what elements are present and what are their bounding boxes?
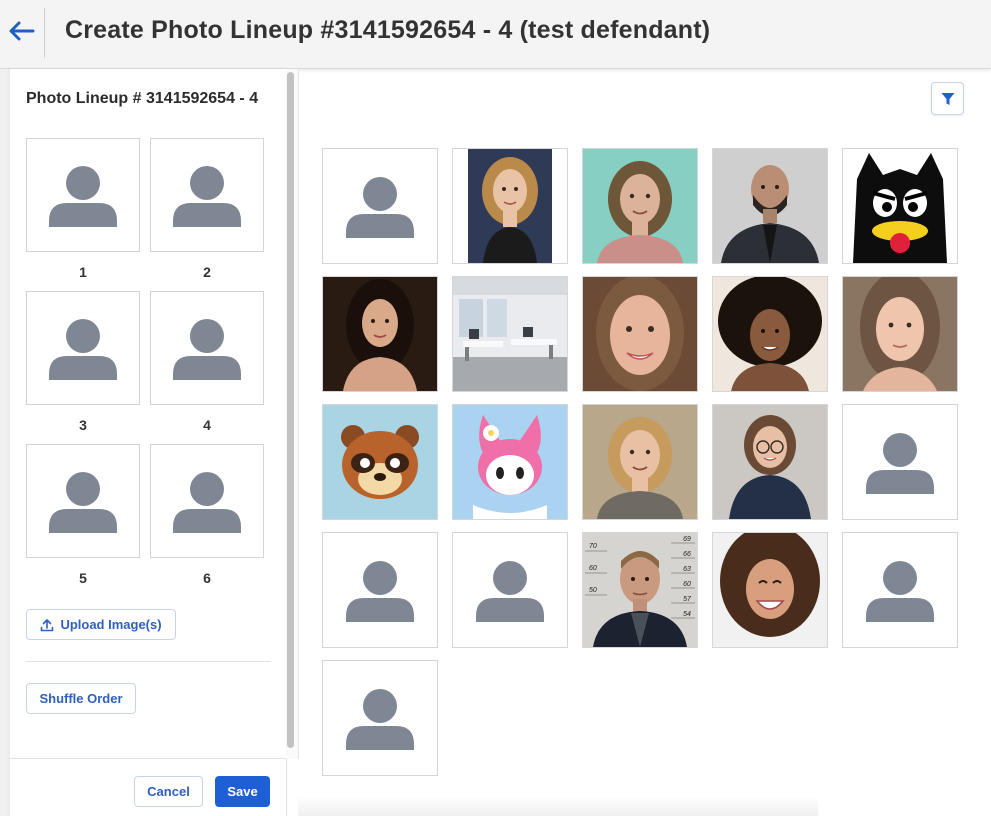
filter-button[interactable] <box>931 82 964 115</box>
photo-image <box>453 277 567 391</box>
person-placeholder-icon <box>49 472 117 533</box>
lineup-slot-number: 4 <box>203 417 211 433</box>
back-button[interactable] <box>0 0 44 62</box>
photo-thumbnail[interactable] <box>452 148 568 264</box>
save-label: Save <box>227 784 258 799</box>
person-placeholder-icon <box>173 472 241 533</box>
arrow-left-icon <box>9 21 35 41</box>
save-button[interactable]: Save <box>215 776 270 807</box>
lineup-slot-1[interactable] <box>26 138 140 252</box>
height-chart-label: 60 <box>683 581 691 588</box>
lineup-slot-2[interactable] <box>150 138 264 252</box>
photo-image <box>713 277 827 391</box>
photo-image <box>583 405 697 519</box>
photo-placeholder[interactable] <box>842 532 958 648</box>
lineup-slot-number: 1 <box>79 264 87 280</box>
photo-placeholder[interactable] <box>842 404 958 520</box>
lineup-slot-number: 3 <box>79 417 87 433</box>
footer-divider <box>10 758 286 759</box>
person-placeholder-icon <box>49 319 117 380</box>
person-placeholder-icon <box>49 166 117 227</box>
photo-thumbnail[interactable] <box>712 148 828 264</box>
photo-image <box>843 149 957 263</box>
photo-thumbnail[interactable]: 69 66 63 60 57 54 70 60 50 <box>582 532 698 648</box>
person-placeholder-icon <box>346 177 414 238</box>
photo-thumbnail[interactable] <box>322 404 438 520</box>
height-chart-label: 70 <box>589 543 597 550</box>
height-chart-label: 63 <box>683 566 691 573</box>
photo-image <box>323 405 437 519</box>
photo-thumbnail[interactable] <box>582 404 698 520</box>
height-chart-label: 60 <box>589 565 597 572</box>
photo-placeholder[interactable] <box>322 660 438 776</box>
photo-image <box>713 405 827 519</box>
section-divider <box>26 661 271 662</box>
page-title: Create Photo Lineup #3141592654 - 4 (tes… <box>65 16 711 44</box>
shuffle-order-label: Shuffle Order <box>39 691 123 706</box>
lineup-slot-5[interactable] <box>26 444 140 558</box>
cancel-button[interactable]: Cancel <box>134 776 203 807</box>
panel-scrollbar-thumb[interactable] <box>287 72 294 748</box>
lineup-slot-3[interactable] <box>26 291 140 405</box>
person-placeholder-icon <box>173 166 241 227</box>
photo-image <box>713 149 827 263</box>
height-chart-label: 69 <box>683 536 691 543</box>
upload-images-label: Upload Image(s) <box>60 617 162 632</box>
photo-image: 69 66 63 60 57 54 70 60 50 <box>583 533 697 647</box>
header-divider <box>44 8 45 58</box>
page-header: Create Photo Lineup #3141592654 - 4 (tes… <box>0 0 991 69</box>
lineup-slot-number: 2 <box>203 264 211 280</box>
lineup-slot-number: 5 <box>79 570 87 586</box>
photo-image <box>453 405 567 519</box>
upload-images-button[interactable]: Upload Image(s) <box>26 609 176 640</box>
lineup-slot-6[interactable] <box>150 444 264 558</box>
person-placeholder-icon <box>476 561 544 622</box>
photo-thumbnail[interactable] <box>582 276 698 392</box>
cancel-label: Cancel <box>147 784 190 799</box>
photo-image <box>323 277 437 391</box>
photo-thumbnail[interactable] <box>322 276 438 392</box>
photo-placeholder[interactable] <box>452 532 568 648</box>
height-chart-label: 54 <box>683 611 691 618</box>
filter-icon <box>941 92 954 105</box>
person-placeholder-icon <box>866 433 934 494</box>
photo-image <box>843 277 957 391</box>
height-chart-label: 66 <box>683 551 691 558</box>
person-placeholder-icon <box>346 689 414 750</box>
upload-icon <box>41 618 54 631</box>
photo-placeholder[interactable] <box>322 532 438 648</box>
photo-thumbnail[interactable] <box>582 148 698 264</box>
person-placeholder-icon <box>173 319 241 380</box>
photo-thumbnail[interactable] <box>452 276 568 392</box>
photo-image <box>583 277 697 391</box>
height-chart-label: 57 <box>683 596 692 603</box>
photo-thumbnail[interactable] <box>712 532 828 648</box>
photo-thumbnail[interactable] <box>712 404 828 520</box>
person-placeholder-icon <box>346 561 414 622</box>
photo-image <box>453 149 567 263</box>
photo-placeholder[interactable] <box>322 148 438 264</box>
left-gutter <box>0 69 10 816</box>
photo-image <box>713 533 827 647</box>
person-placeholder-icon <box>866 561 934 622</box>
photo-image <box>583 149 697 263</box>
height-chart-label: 50 <box>589 587 597 594</box>
lineup-slot-number: 6 <box>203 570 211 586</box>
bottom-shade <box>298 796 818 816</box>
photo-thumbnail[interactable] <box>452 404 568 520</box>
photo-thumbnail[interactable] <box>842 148 958 264</box>
shuffle-order-button[interactable]: Shuffle Order <box>26 683 136 714</box>
photo-thumbnail[interactable] <box>842 276 958 392</box>
lineup-title: Photo Lineup # 3141592654 - 4 <box>26 90 259 107</box>
photo-thumbnail[interactable] <box>712 276 828 392</box>
lineup-slot-4[interactable] <box>150 291 264 405</box>
